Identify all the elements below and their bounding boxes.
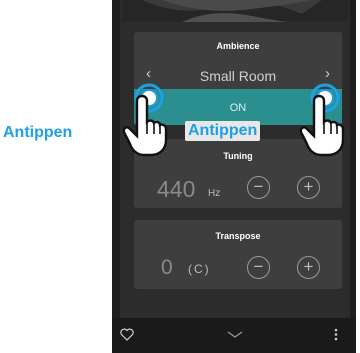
tuning-value: 440	[157, 176, 196, 202]
tuning-minus-button[interactable]: −	[247, 176, 270, 199]
chevron-right-icon[interactable]: ›	[325, 65, 330, 82]
instrument-image	[122, 0, 348, 22]
pointing-hand-right-icon	[299, 94, 345, 157]
transpose-title: Transpose	[215, 231, 261, 241]
transpose-value: 0	[161, 256, 173, 279]
transpose-card: Transpose 0 (C) − +	[134, 220, 342, 289]
transpose-minus-button[interactable]: −	[247, 256, 270, 279]
vertical-ellipsis-icon[interactable]	[334, 328, 338, 341]
ambience-title: Ambience	[216, 41, 260, 51]
pointing-hand-left-icon	[122, 94, 168, 157]
chevron-down-icon[interactable]	[227, 331, 243, 339]
tuning-unit: Hz	[208, 188, 221, 199]
tap-callout-right: Antippen	[185, 121, 261, 141]
transpose-plus-button[interactable]: +	[297, 256, 320, 279]
bottom-bar	[112, 318, 356, 353]
tuning-plus-button[interactable]: +	[297, 176, 320, 199]
transpose-note: (C)	[188, 262, 211, 276]
heart-outline-icon[interactable]	[120, 328, 134, 341]
tap-callout-left: Antippen	[3, 124, 73, 141]
